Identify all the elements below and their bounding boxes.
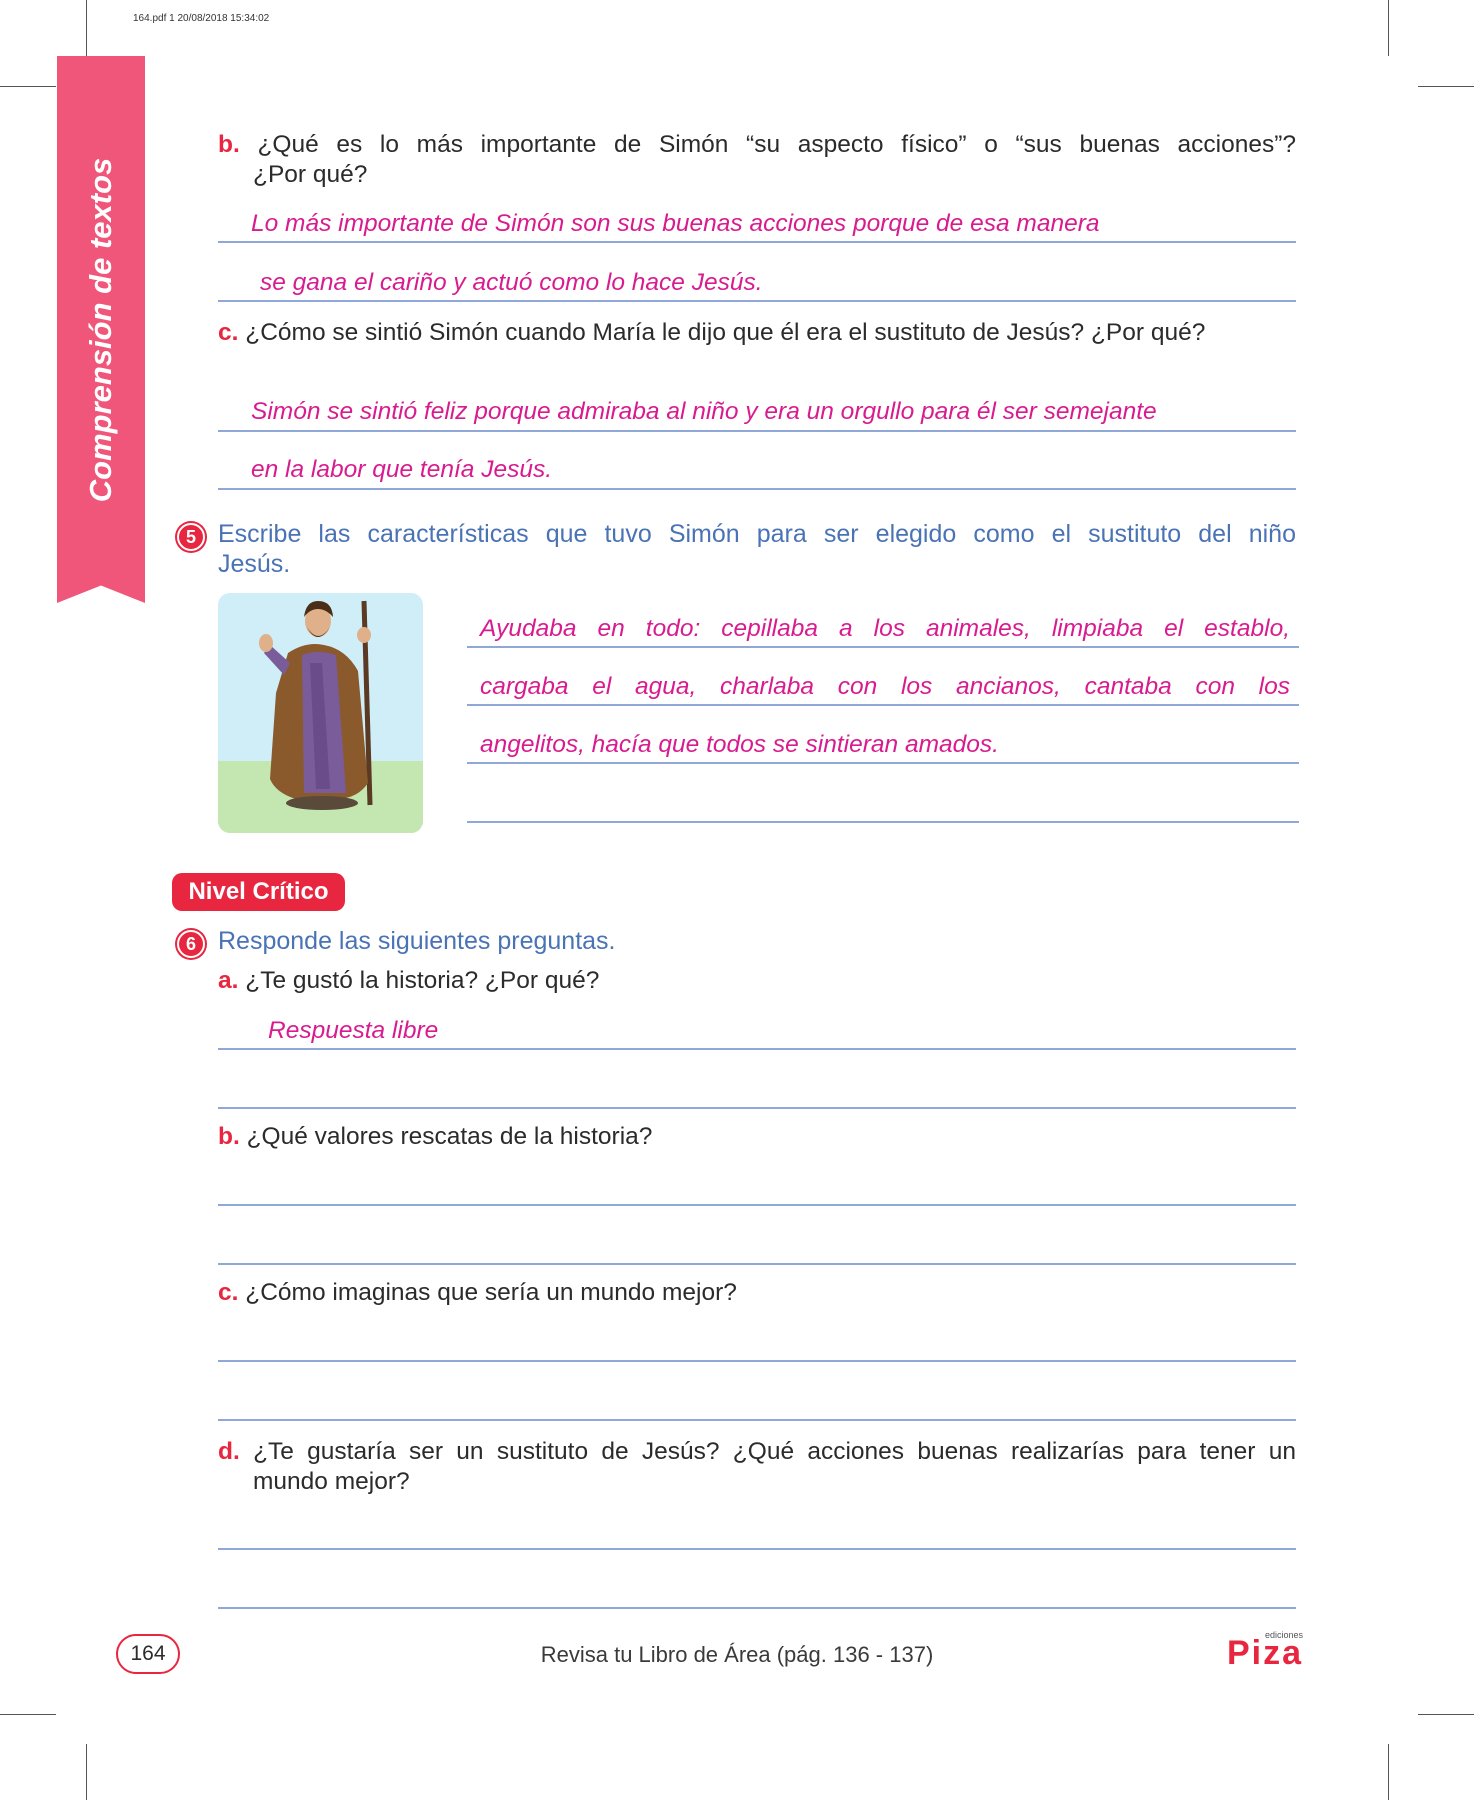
- answer-rule: [218, 1048, 1296, 1050]
- answer-rule: [218, 1607, 1296, 1609]
- answer-rule: [218, 1107, 1296, 1109]
- answer-line: Simón se sintió feliz porque admiraba al…: [251, 398, 1157, 425]
- question-text-line2: ¿Por qué?: [253, 161, 368, 188]
- crop-mark: [1388, 1744, 1389, 1800]
- question-letter: c.: [218, 319, 239, 346]
- question-letter: d.: [218, 1438, 240, 1465]
- answer-line: Ayudaba en todo: cepillaba a los animale…: [480, 615, 1290, 642]
- question-letter: b.: [218, 131, 240, 158]
- question-text: ¿Qué valores rescatas de la historia?: [246, 1123, 653, 1150]
- answer-rule: [218, 1360, 1296, 1362]
- print-info: 164.pdf 1 20/08/2018 15:34:02: [133, 13, 270, 24]
- answer-line: cargaba el agua, charlaba con los ancian…: [480, 673, 1290, 700]
- answer-rule: [218, 300, 1296, 302]
- answer-rule: [218, 1204, 1296, 1206]
- question-letter: b.: [218, 1123, 240, 1150]
- answer-rule: [218, 1548, 1296, 1550]
- answer-rule: [467, 821, 1299, 823]
- answer-rule: [218, 241, 1296, 243]
- question-number-badge: 5: [177, 523, 205, 551]
- instruction-line1: Escribe las características que tuvo Sim…: [218, 520, 1296, 548]
- publisher-logo: ediciones Piza: [1207, 1630, 1303, 1670]
- question-6-instruction: Responde las siguientes preguntas.: [218, 927, 616, 955]
- crop-mark: [0, 86, 56, 87]
- question-text: ¿Te gustaría ser un sustituto de Jesús? …: [253, 1438, 1296, 1465]
- question-text: ¿Qué es lo más importante de Simón “su a…: [257, 131, 1296, 158]
- side-tab-title: Comprensión de textos: [83, 157, 118, 503]
- question-6c: c. ¿Cómo imaginas que sería un mundo mej…: [218, 1278, 737, 1308]
- answer-rule: [218, 1419, 1296, 1421]
- question-5-instruction: Escribe las características que tuvo Sim…: [218, 519, 1296, 579]
- answer-rule: [218, 1263, 1296, 1265]
- question-letter: c.: [218, 1279, 239, 1306]
- crop-mark: [1388, 0, 1389, 56]
- answer-rule: [467, 646, 1299, 648]
- question-text: ¿Cómo imaginas que sería un mundo mejor?: [245, 1279, 737, 1306]
- question-number-badge: 6: [177, 930, 205, 958]
- answer-rule: [467, 762, 1299, 764]
- question-6b: b. ¿Qué valores rescatas de la historia?: [218, 1122, 652, 1152]
- answer-rule: [467, 704, 1299, 706]
- crop-mark: [0, 1714, 56, 1715]
- question-letter: a.: [218, 967, 239, 994]
- section-label-nivel-critico: Nivel Crítico: [172, 873, 345, 911]
- question-text-line2: mundo mejor?: [253, 1468, 410, 1495]
- crop-mark: [1418, 86, 1474, 87]
- crop-mark: [1418, 1714, 1474, 1715]
- answer-line: en la labor que tenía Jesús.: [251, 456, 553, 483]
- question-6d: d. ¿Te gustaría ser un sustituto de Jesú…: [218, 1437, 1296, 1497]
- question-text: ¿Cómo se sintió Simón cuando María le di…: [245, 319, 1206, 346]
- question-4b: b. ¿Qué es lo más importante de Simón “s…: [218, 130, 1296, 190]
- answer-rule: [218, 430, 1296, 432]
- answer-line: Lo más importante de Simón son sus buena…: [251, 210, 1100, 237]
- crop-mark: [86, 1744, 87, 1800]
- crop-mark: [86, 0, 87, 56]
- answer-rule: [218, 488, 1296, 490]
- question-6a: a. ¿Te gustó la historia? ¿Por qué?: [218, 966, 599, 996]
- question-text: ¿Te gustó la historia? ¿Por qué?: [245, 967, 600, 994]
- answer-line: se gana el cariño y actuó como lo hace J…: [260, 269, 763, 296]
- answer-line: angelitos, hacía que todos se sintieran …: [480, 731, 999, 758]
- logo-main-text: Piza: [1226, 1634, 1303, 1672]
- instruction-line2: Jesús.: [218, 550, 291, 578]
- simon-figure-image: [218, 593, 423, 833]
- question-4c: c. ¿Cómo se sintió Simón cuando María le…: [218, 318, 1318, 348]
- answer-line: Respuesta libre: [268, 1017, 439, 1044]
